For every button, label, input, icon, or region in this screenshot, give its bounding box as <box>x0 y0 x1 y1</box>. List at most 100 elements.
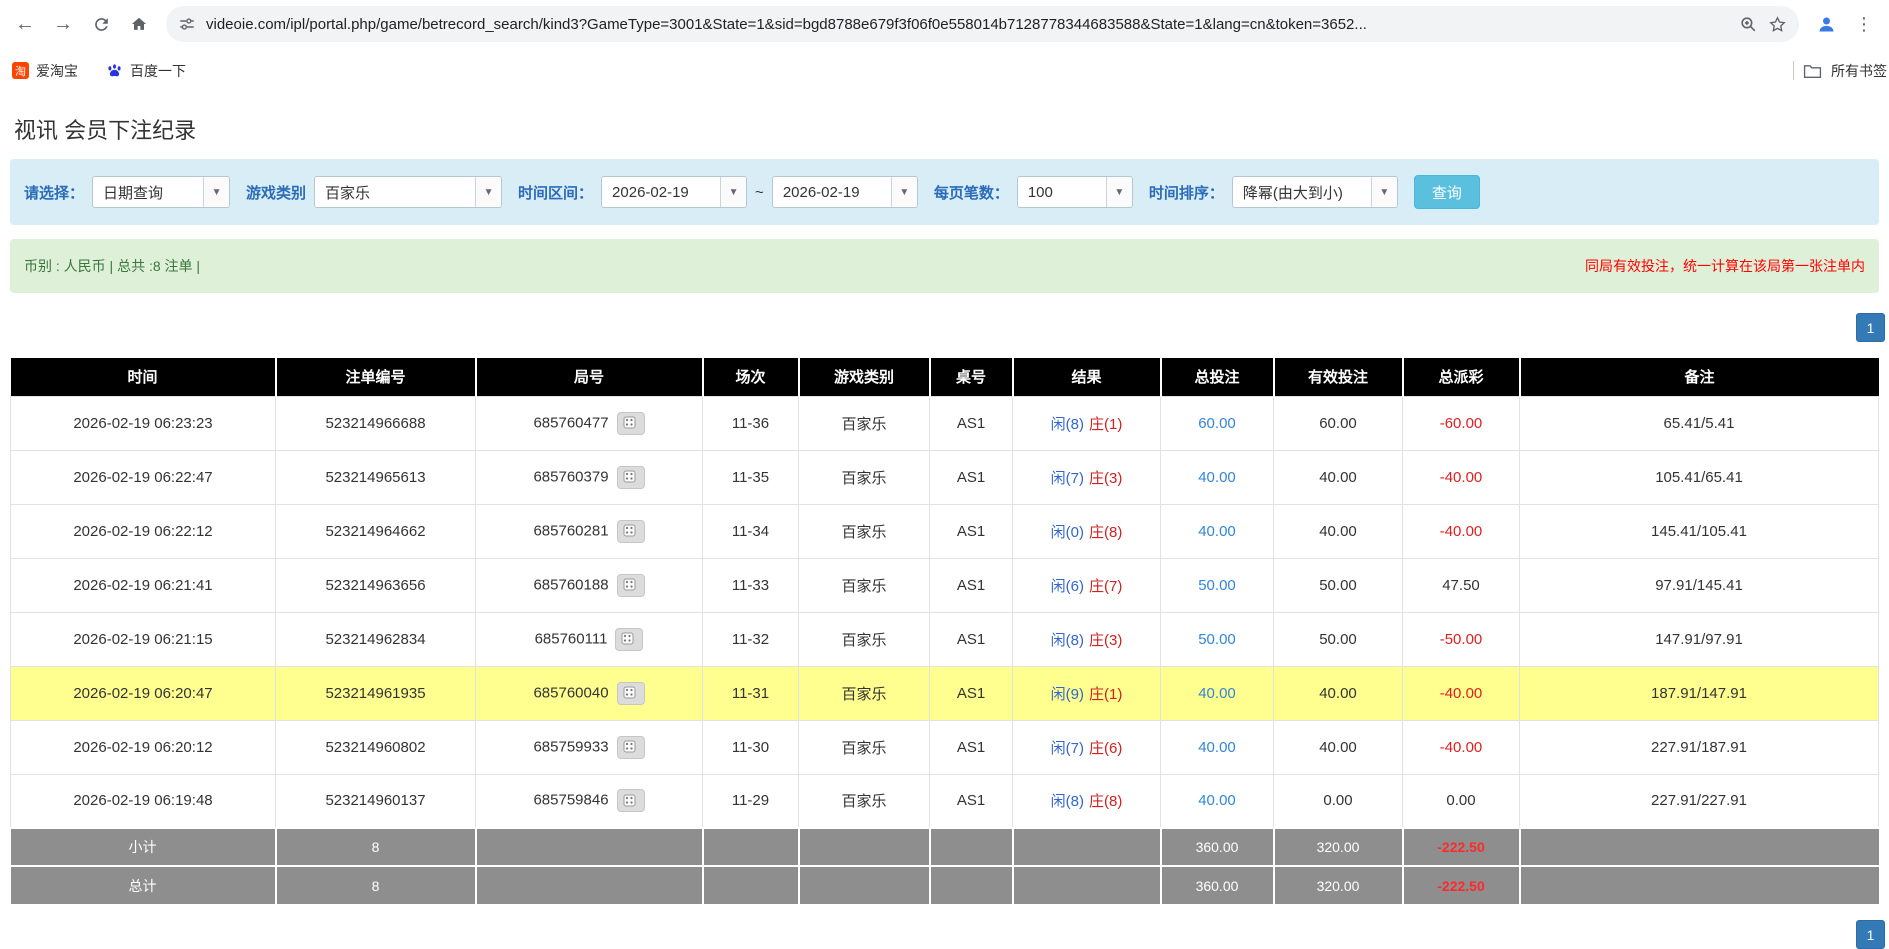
cell-game-type: 百家乐 <box>799 720 930 774</box>
cell-round: 685760040 <box>476 666 703 720</box>
replay-icon[interactable] <box>615 628 643 651</box>
subtotal-payout: -222.50 <box>1403 828 1520 866</box>
cell-result: 闲(7)庄(3) <box>1013 450 1161 504</box>
cell-round: 685760379 <box>476 450 703 504</box>
cell-total-bet[interactable]: 40.00 <box>1161 666 1274 720</box>
chevron-down-icon[interactable]: ▼ <box>891 177 917 207</box>
back-icon[interactable]: ← <box>6 5 44 43</box>
cell-game-type: 百家乐 <box>799 774 930 828</box>
total-row: 总计 8 360.00 320.00 -222.50 <box>11 866 1879 904</box>
cell-total-bet[interactable]: 40.00 <box>1161 504 1274 558</box>
cell-result: 闲(9)庄(1) <box>1013 666 1161 720</box>
cell-time: 2026-02-19 06:21:15 <box>11 612 276 666</box>
table-footer: 小计 8 360.00 320.00 -222.50 总计 8 360.00 3… <box>11 828 1879 904</box>
query-type-label: 请选择： <box>24 182 84 203</box>
replay-icon[interactable] <box>617 736 645 759</box>
address-bar[interactable]: videoie.com/ipl/portal.php/game/betrecor… <box>166 6 1799 42</box>
round-number: 685759846 <box>533 792 608 809</box>
round-number: 685760281 <box>533 522 608 539</box>
page-size-select[interactable]: 100 ▼ <box>1017 176 1133 208</box>
result-player: 闲(9) <box>1051 686 1084 703</box>
cell-time: 2026-02-19 06:22:12 <box>11 504 276 558</box>
cell-table: AS1 <box>930 774 1013 828</box>
date-from-select[interactable]: 2026-02-19 ▼ <box>601 176 747 208</box>
cell-note: 227.91/187.91 <box>1520 720 1879 774</box>
table-row: 2026-02-19 06:20:12 523214960802 6857599… <box>11 720 1879 774</box>
result-player: 闲(0) <box>1051 524 1084 541</box>
cell-table: AS1 <box>930 504 1013 558</box>
cell-valid-bet: 50.00 <box>1274 558 1403 612</box>
replay-icon[interactable] <box>617 520 645 543</box>
date-to-value: 2026-02-19 <box>773 177 891 207</box>
result-player: 闲(8) <box>1051 632 1084 649</box>
time-sort-select[interactable]: 降幂(由大到小) ▼ <box>1232 176 1398 208</box>
replay-icon[interactable] <box>617 466 645 489</box>
chevron-down-icon[interactable]: ▼ <box>1106 177 1132 207</box>
zoom-icon[interactable] <box>1739 15 1758 34</box>
all-bookmarks[interactable]: 所有书签 <box>1793 48 1887 93</box>
cell-payout: -40.00 <box>1403 450 1520 504</box>
page-1-button[interactable]: 1 <box>1856 313 1885 342</box>
cell-session: 11-33 <box>703 558 799 612</box>
menu-dots-icon[interactable]: ⋮ <box>1845 5 1883 43</box>
cell-payout: 0.00 <box>1403 774 1520 828</box>
game-type-label: 游戏类别 <box>246 182 306 203</box>
cell-payout: -60.00 <box>1403 396 1520 450</box>
subtotal-total-bet: 360.00 <box>1161 828 1274 866</box>
chevron-down-icon[interactable]: ▼ <box>1371 177 1397 207</box>
summary-bar: 币别 : 人民币 | 总共 :8 注单 | 同局有效投注，统一计算在该局第一张注… <box>10 239 1879 293</box>
site-info-icon[interactable] <box>178 15 196 33</box>
replay-icon[interactable] <box>617 574 645 597</box>
cell-total-bet[interactable]: 60.00 <box>1161 396 1274 450</box>
replay-icon[interactable] <box>617 789 645 812</box>
query-type-select[interactable]: 日期查询 ▼ <box>92 176 230 208</box>
url-text[interactable]: videoie.com/ipl/portal.php/game/betrecor… <box>206 16 1729 33</box>
cell-game-type: 百家乐 <box>799 396 930 450</box>
bookmark-taobao[interactable]: 淘 爱淘宝 <box>12 61 78 81</box>
game-type-select[interactable]: 百家乐 ▼ <box>314 176 502 208</box>
cell-table: AS1 <box>930 720 1013 774</box>
cell-time: 2026-02-19 06:19:48 <box>11 774 276 828</box>
cell-valid-bet: 40.00 <box>1274 504 1403 558</box>
result-banker: 庄(8) <box>1089 524 1122 541</box>
cell-session: 11-30 <box>703 720 799 774</box>
result-player: 闲(8) <box>1051 793 1084 810</box>
refresh-icon[interactable] <box>82 5 120 43</box>
subtotal-count: 8 <box>276 828 476 866</box>
cell-total-bet[interactable]: 40.00 <box>1161 774 1274 828</box>
search-button[interactable]: 查询 <box>1414 175 1480 209</box>
cell-total-bet[interactable]: 40.00 <box>1161 450 1274 504</box>
chevron-down-icon[interactable]: ▼ <box>475 177 501 207</box>
table-row: 2026-02-19 06:19:48 523214960137 6857598… <box>11 774 1879 828</box>
col-payout: 总派彩 <box>1403 358 1520 396</box>
cell-valid-bet: 40.00 <box>1274 450 1403 504</box>
chevron-down-icon[interactable]: ▼ <box>720 177 746 207</box>
cell-round: 685760188 <box>476 558 703 612</box>
cell-valid-bet: 50.00 <box>1274 612 1403 666</box>
cell-note: 227.91/227.91 <box>1520 774 1879 828</box>
cell-note: 145.41/105.41 <box>1520 504 1879 558</box>
cell-total-bet[interactable]: 50.00 <box>1161 558 1274 612</box>
chevron-down-icon[interactable]: ▼ <box>203 177 229 207</box>
bookmark-star-icon[interactable] <box>1768 15 1787 34</box>
cell-table: AS1 <box>930 558 1013 612</box>
col-total-bet: 总投注 <box>1161 358 1274 396</box>
bet-records-table: 时间 注单编号 局号 场次 游戏类别 桌号 结果 总投注 有效投注 总派彩 备注… <box>10 358 1879 904</box>
profile-avatar-icon[interactable] <box>1807 5 1845 43</box>
toolbar-right: ⋮ <box>1807 5 1883 43</box>
cell-note: 147.91/97.91 <box>1520 612 1879 666</box>
cell-total-bet[interactable]: 50.00 <box>1161 612 1274 666</box>
replay-icon[interactable] <box>617 412 645 435</box>
date-to-select[interactable]: 2026-02-19 ▼ <box>772 176 918 208</box>
cell-total-bet[interactable]: 40.00 <box>1161 720 1274 774</box>
replay-icon[interactable] <box>617 682 645 705</box>
home-icon[interactable] <box>120 5 158 43</box>
cell-note: 65.41/5.41 <box>1520 396 1879 450</box>
cell-valid-bet: 0.00 <box>1274 774 1403 828</box>
page-content: 视讯 会员下注纪录 请选择： 日期查询 ▼ 游戏类别 百家乐 ▼ 时间区间： 2… <box>0 113 1889 949</box>
bookmark-baidu[interactable]: 百度一下 <box>106 61 186 81</box>
forward-icon[interactable]: → <box>44 5 82 43</box>
cell-game-type: 百家乐 <box>799 450 930 504</box>
page-1-button[interactable]: 1 <box>1856 920 1885 949</box>
cell-bet-id: 523214960137 <box>276 774 476 828</box>
